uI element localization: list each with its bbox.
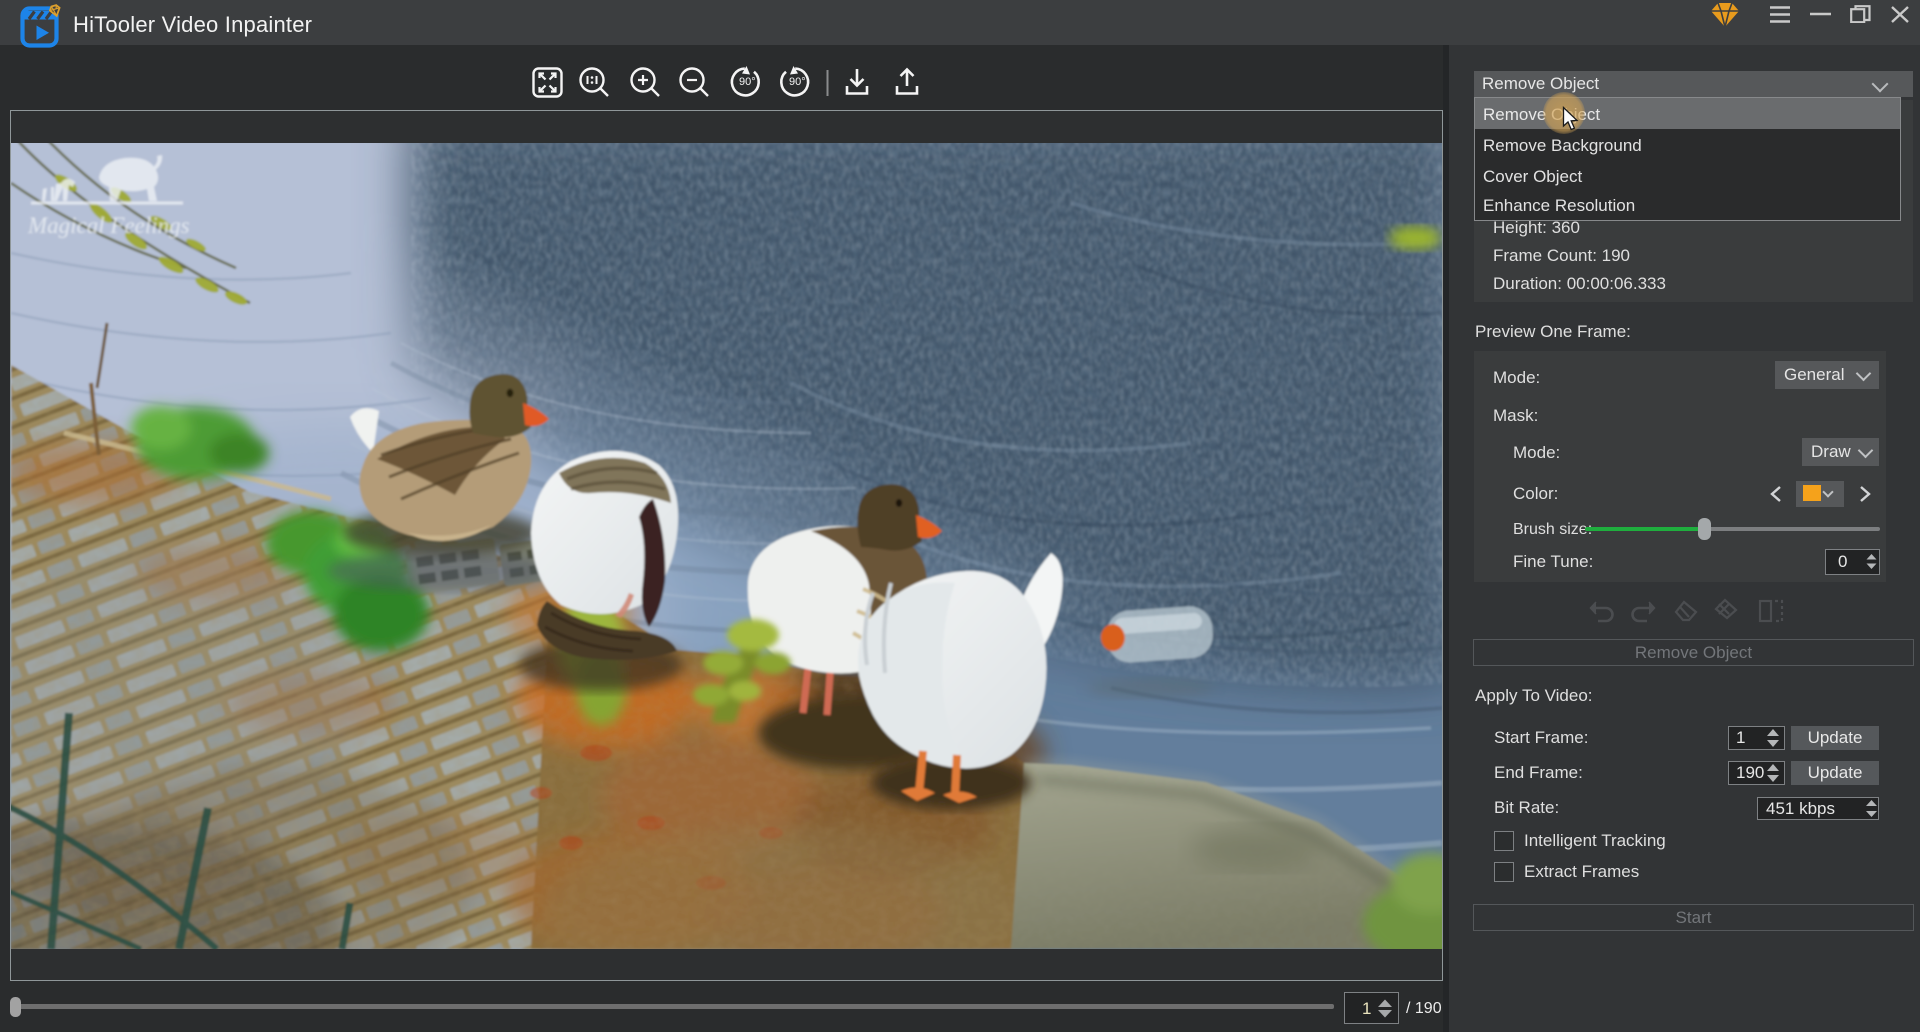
svg-text:90°: 90° [739,76,756,88]
svg-text:Magical Feelings: Magical Feelings [27,213,190,238]
svg-text:90°: 90° [789,76,806,88]
